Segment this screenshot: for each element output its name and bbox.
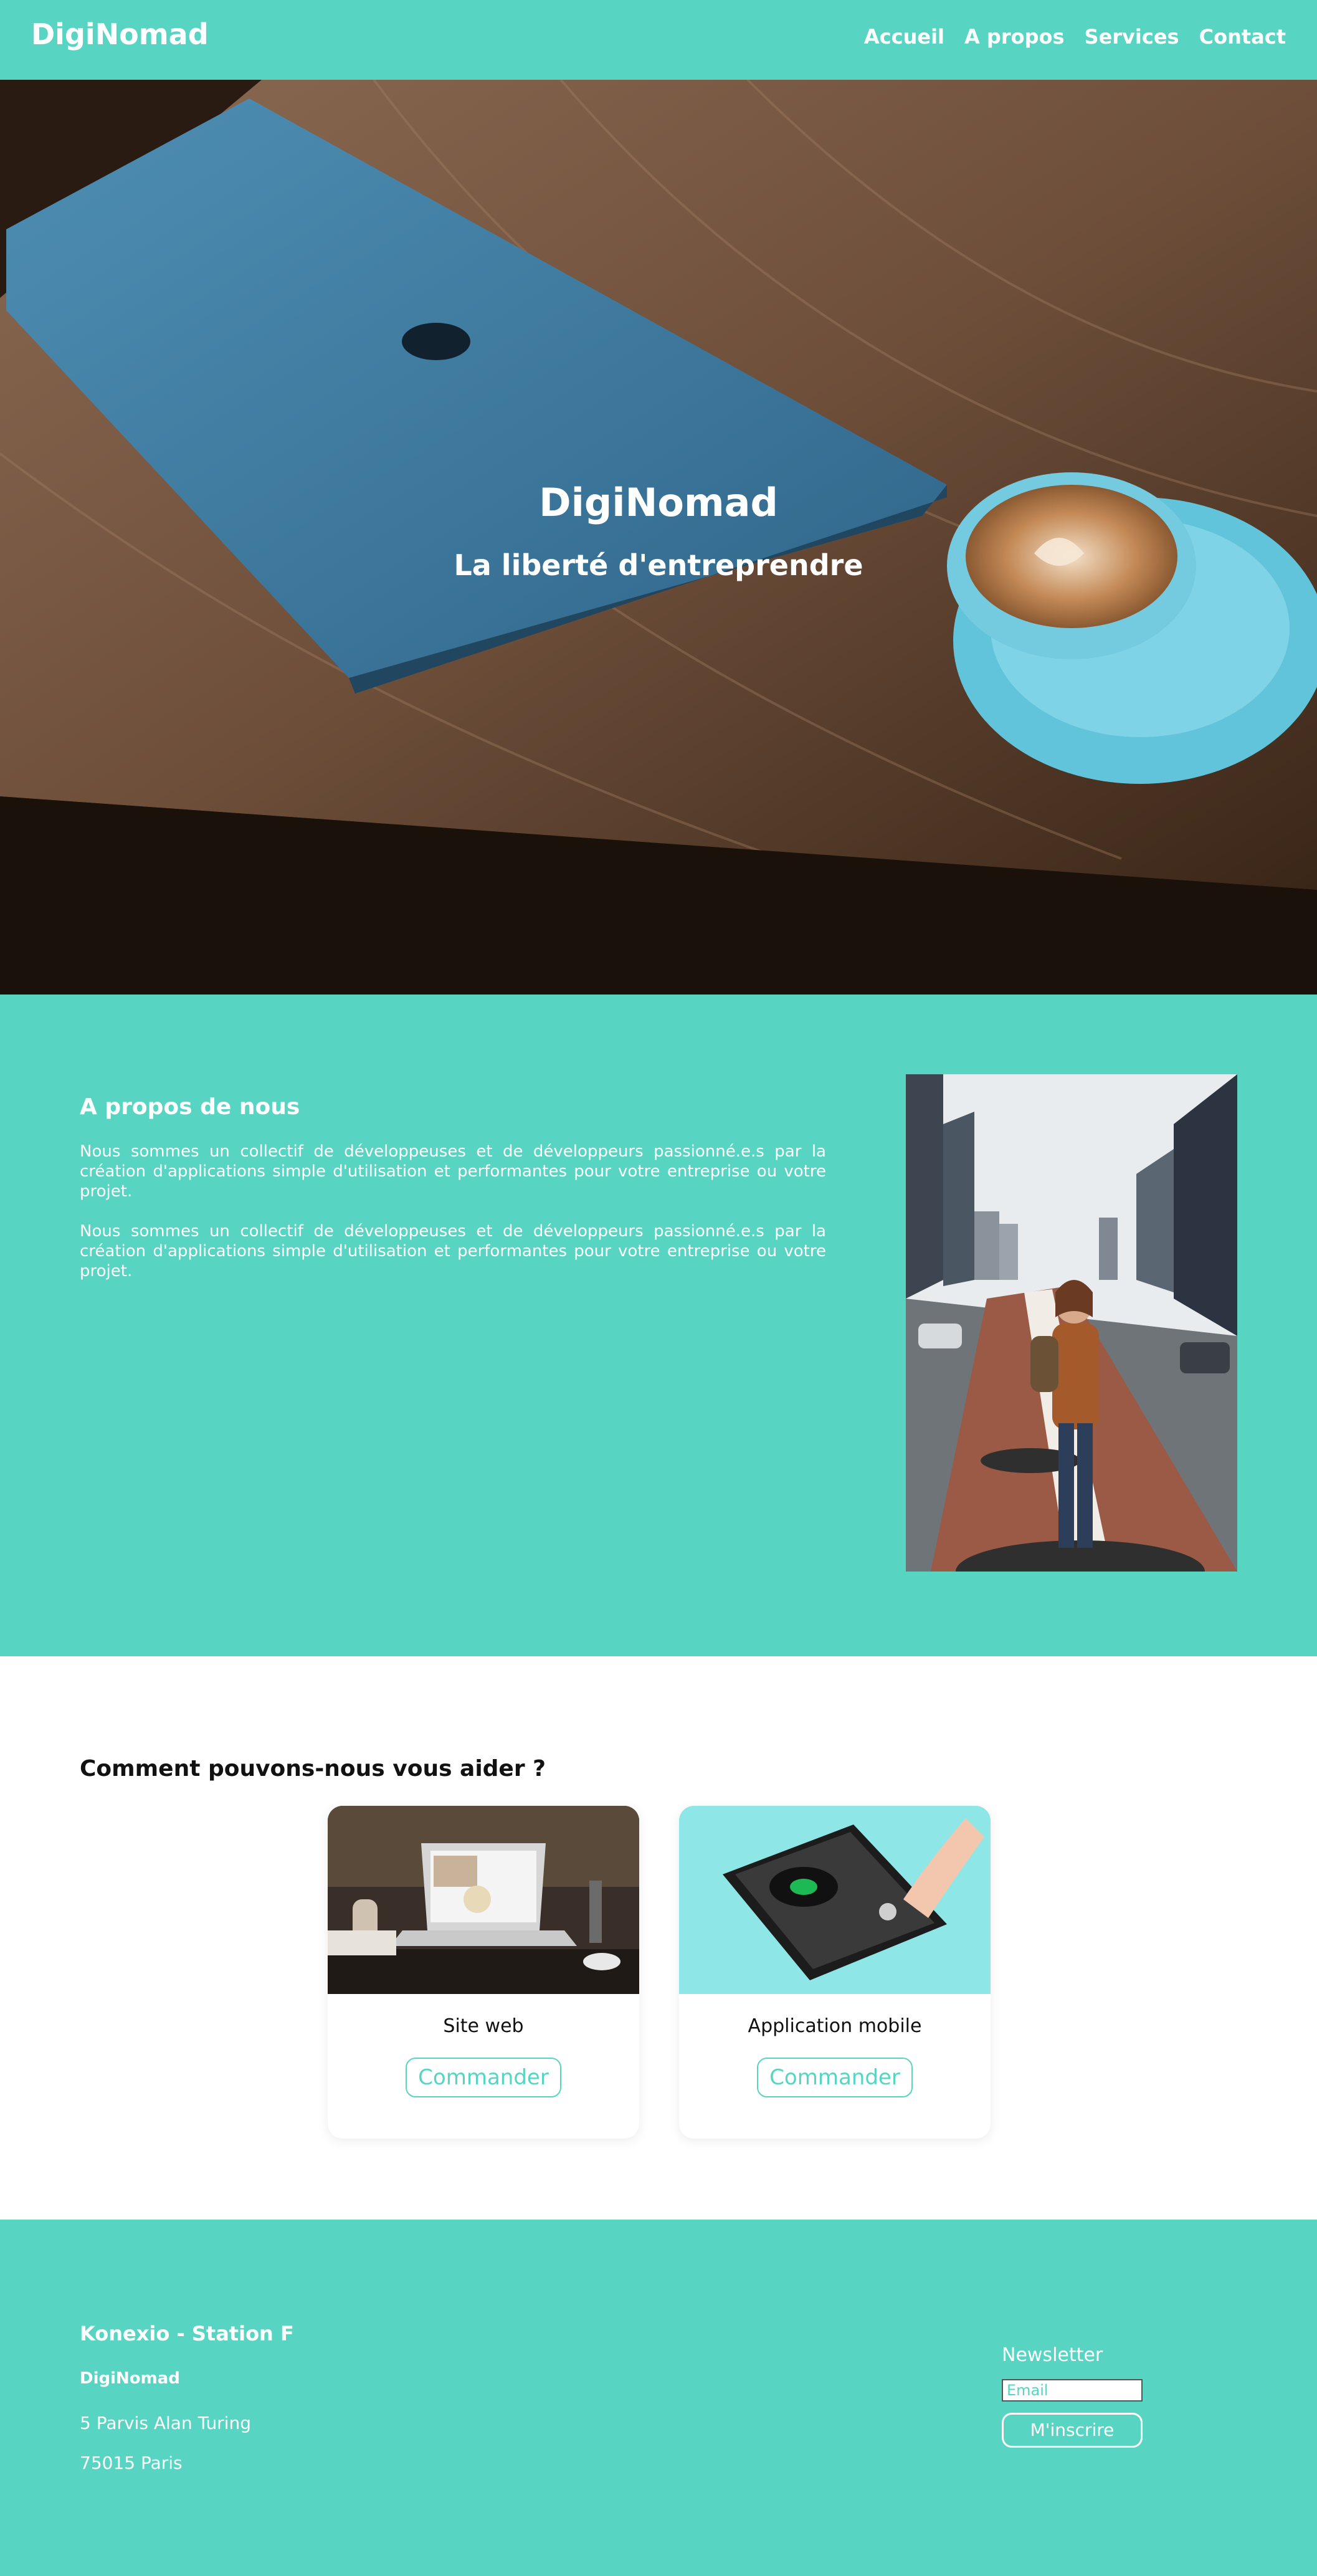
site-web-label: Site web — [443, 2015, 524, 2037]
service-card-application-mobile: Application mobile Commander — [679, 1806, 991, 2139]
newsletter-label: Newsletter — [1002, 2344, 1103, 2366]
services-section: Comment pouvons-nous vous aider ? Site w… — [0, 1656, 1317, 2220]
footer-brand: DigiNomad — [80, 2369, 180, 2388]
footer-address-street: 5 Parvis Alan Turing — [80, 2413, 251, 2433]
about-photo — [906, 1074, 1237, 1572]
top-navbar: DigiNomad Accueil A propos Services Cont… — [0, 0, 1317, 80]
footer-company: Konexio - Station F — [80, 2322, 294, 2345]
about-paragraph: Nous sommes un collectif de développeuse… — [80, 1142, 826, 1201]
hero-title: DigiNomad — [539, 480, 778, 525]
commander-site-web-button[interactable]: Commander — [406, 2058, 561, 2097]
about-section: A propos de nous Nous sommes un collecti… — [0, 995, 1317, 1656]
application-mobile-label: Application mobile — [748, 2015, 922, 2037]
newsletter-subscribe-button[interactable]: M'inscrire — [1002, 2413, 1143, 2448]
main-nav: Accueil A propos Services Contact — [864, 25, 1286, 49]
application-mobile-image — [679, 1806, 991, 1994]
nav-link-contact[interactable]: Contact — [1199, 25, 1286, 49]
about-title: A propos de nous — [80, 1094, 300, 1120]
nav-link-accueil[interactable]: Accueil — [864, 25, 944, 49]
hero-background-image — [0, 80, 1317, 995]
nav-link-a-propos[interactable]: A propos — [964, 25, 1065, 49]
hero-section: DigiNomad La liberté d'entreprendre — [0, 80, 1317, 995]
nav-link-services[interactable]: Services — [1085, 25, 1179, 49]
site-web-image — [328, 1806, 639, 1994]
about-paragraph: Nous sommes un collectif de développeuse… — [80, 1222, 826, 1281]
footer-address-city: 75015 Paris — [80, 2453, 183, 2473]
footer: Konexio - Station F DigiNomad 5 Parvis A… — [0, 2220, 1317, 2576]
services-title: Comment pouvons-nous vous aider ? — [80, 1756, 546, 1782]
hero-subtitle: La liberté d'entreprendre — [454, 548, 863, 582]
site-logo[interactable]: DigiNomad — [31, 17, 209, 51]
service-card-site-web: Site web Commander — [328, 1806, 639, 2139]
newsletter-email-input[interactable] — [1002, 2379, 1143, 2402]
commander-application-mobile-button[interactable]: Commander — [757, 2058, 913, 2097]
